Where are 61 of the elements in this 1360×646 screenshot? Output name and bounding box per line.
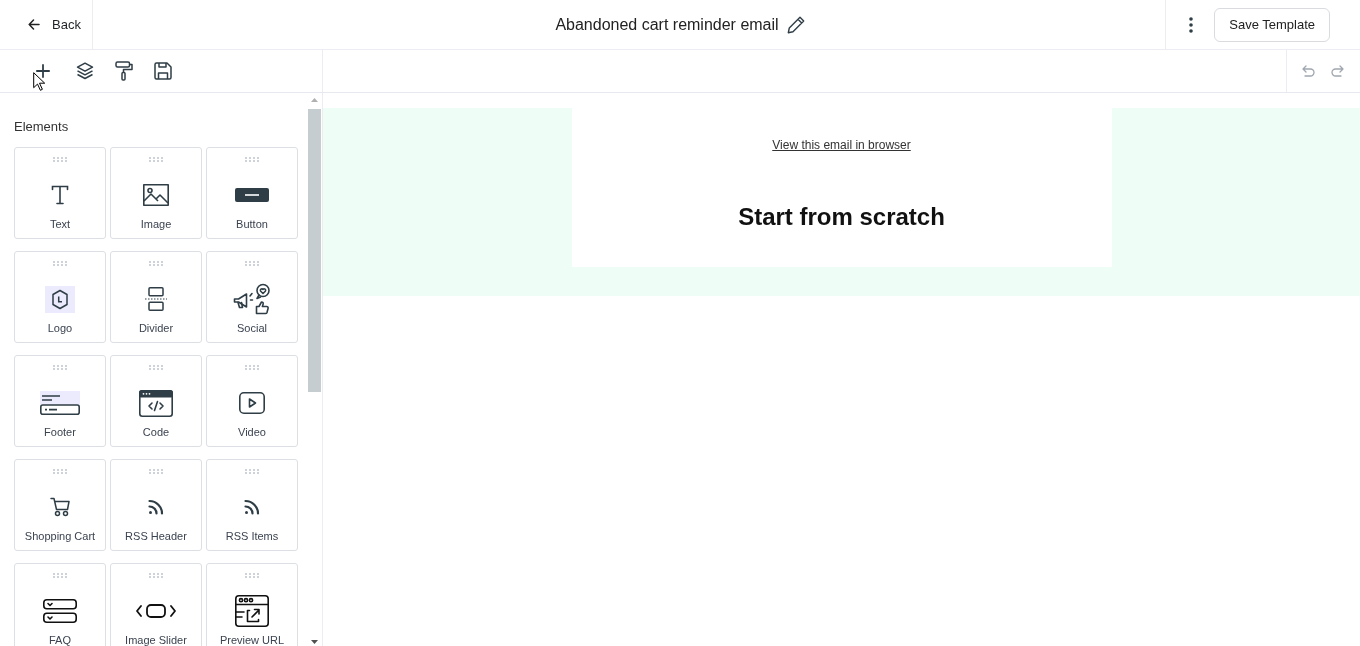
- drag-handle-icon: [149, 469, 163, 474]
- back-button[interactable]: Back: [28, 17, 81, 32]
- divider-icon: [145, 287, 167, 311]
- footer-layout-icon: [40, 391, 80, 415]
- rss-icon: [148, 499, 164, 515]
- element-tile[interactable]: Divider: [110, 251, 202, 343]
- accordion-icon: [43, 599, 77, 623]
- hexagon-logo-icon: [45, 285, 75, 313]
- element-tile[interactable]: Shopping Cart: [14, 459, 106, 551]
- layers-icon[interactable]: [76, 62, 94, 80]
- element-tile[interactable]: Preview URL: [206, 563, 298, 646]
- cart-icon: [50, 497, 70, 517]
- drag-handle-icon: [245, 365, 259, 370]
- megaphone-thumbs-up-icon: [233, 283, 271, 315]
- element-tile[interactable]: Logo: [14, 251, 106, 343]
- rss-icon: [244, 499, 260, 515]
- element-tile[interactable]: FAQ: [14, 563, 106, 646]
- element-tile[interactable]: Video: [206, 355, 298, 447]
- element-tile[interactable]: Image: [110, 147, 202, 239]
- drag-handle-icon: [245, 261, 259, 266]
- template-title: Abandoned cart reminder email: [555, 15, 779, 34]
- image-icon: [143, 184, 169, 206]
- button-shape-icon: [235, 188, 269, 202]
- code-window-icon: [139, 389, 173, 417]
- more-options-icon[interactable]: [1189, 16, 1194, 33]
- scrollbar-thumb[interactable]: [307, 109, 321, 392]
- drag-handle-icon: [245, 573, 259, 578]
- section-heading: Elements: [14, 119, 70, 134]
- email-heading: Start from scratch: [738, 203, 945, 231]
- element-tile[interactable]: Footer: [14, 355, 106, 447]
- drag-handle-icon: [53, 365, 67, 370]
- element-tile[interactable]: Code: [110, 355, 202, 447]
- drag-handle-icon: [53, 469, 67, 474]
- drag-handle-icon: [245, 469, 259, 474]
- drag-handle-icon: [245, 157, 259, 162]
- drag-handle-icon: [149, 157, 163, 162]
- video-play-icon: [239, 392, 265, 414]
- drag-handle-icon: [53, 573, 67, 578]
- drag-handle-icon: [149, 261, 163, 266]
- save-template-button[interactable]: Save Template: [1214, 7, 1330, 42]
- drag-handle-icon: [53, 261, 67, 266]
- element-tile[interactable]: Social: [206, 251, 298, 343]
- add-icon[interactable]: [36, 64, 50, 78]
- view-in-browser-link[interactable]: View this email in browser: [772, 138, 911, 152]
- drag-handle-icon: [149, 365, 163, 370]
- paint-roller-icon[interactable]: [115, 61, 133, 81]
- mouse-pointer-icon: [33, 72, 45, 91]
- pencil-icon[interactable]: [786, 15, 805, 34]
- drag-handle-icon: [149, 573, 163, 578]
- browser-link-icon: [235, 595, 269, 627]
- element-tile[interactable]: RSS Header: [110, 459, 202, 551]
- element-tile[interactable]: RSS Items: [206, 459, 298, 551]
- element-tile[interactable]: Text: [14, 147, 106, 239]
- arrow-left-icon: [28, 19, 40, 30]
- slider-icon: [136, 604, 176, 618]
- element-tile[interactable]: Image Slider: [110, 563, 202, 646]
- scroll-down-icon[interactable]: [310, 640, 318, 644]
- drag-handle-icon: [53, 157, 67, 162]
- save-icon[interactable]: [154, 62, 172, 80]
- text-tool-icon: [51, 185, 69, 205]
- element-tile[interactable]: Button: [206, 147, 298, 239]
